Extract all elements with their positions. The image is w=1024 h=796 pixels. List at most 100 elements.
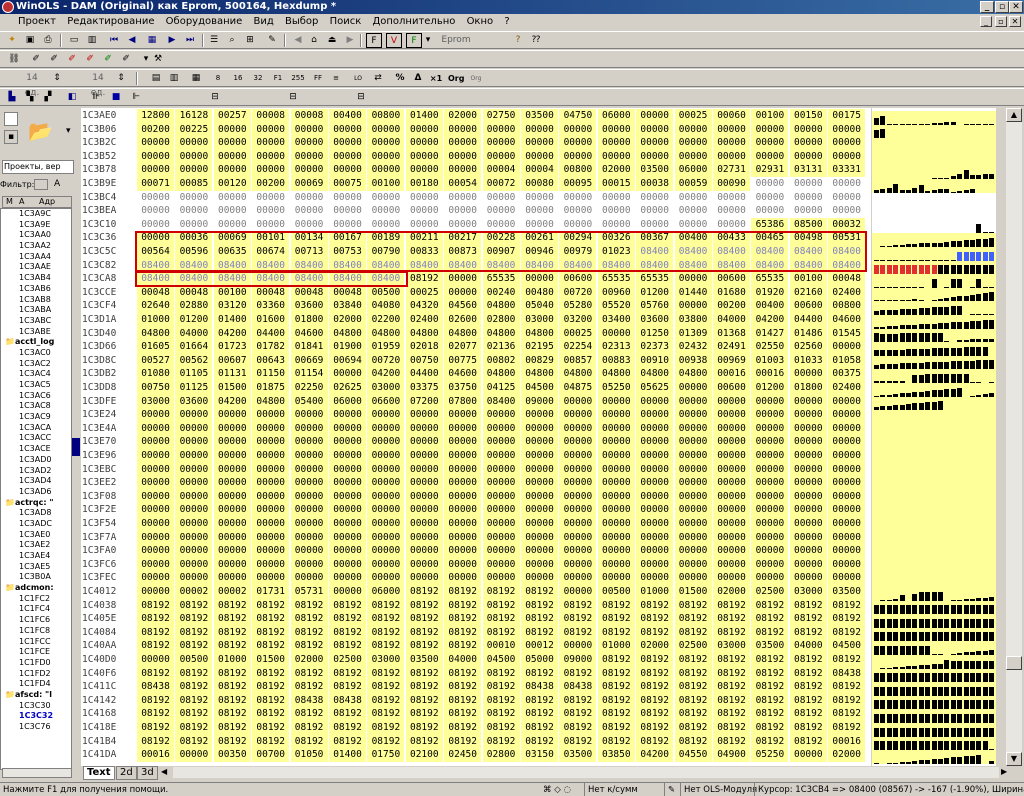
- hex-cell[interactable]: 08192: [175, 625, 213, 640]
- hex-cell[interactable]: 65535: [636, 272, 674, 286]
- hex-cell[interactable]: 01023: [597, 245, 635, 259]
- hex-cell[interactable]: 00713: [290, 245, 328, 259]
- hex-cell[interactable]: 04600: [828, 313, 866, 327]
- hex-cell[interactable]: 00000: [674, 272, 712, 286]
- hex-cell[interactable]: 08192: [175, 666, 213, 681]
- hex-cell[interactable]: 08192: [597, 721, 635, 735]
- hex-cell[interactable]: 00000: [674, 435, 712, 449]
- hex-cell[interactable]: 08192: [789, 653, 827, 667]
- hex-cell[interactable]: 00000: [789, 476, 827, 490]
- hex-cell[interactable]: 00000: [828, 503, 866, 517]
- hex-cell[interactable]: 08192: [636, 721, 674, 735]
- hex-cell[interactable]: 00000: [252, 421, 290, 436]
- hex-cell[interactable]: 04500: [828, 639, 866, 653]
- hex-cell[interactable]: 00669: [290, 353, 328, 368]
- hex-cell[interactable]: 00000: [175, 136, 213, 150]
- tree-item[interactable]: 1C3ABC: [1, 316, 71, 327]
- hex-cell[interactable]: 00907: [482, 245, 520, 259]
- open-dropdown-icon[interactable]: ▾: [66, 126, 71, 136]
- hex-cell[interactable]: 00000: [405, 163, 443, 177]
- hex-cell[interactable]: 00000: [636, 408, 674, 422]
- hex-cell[interactable]: 00228: [482, 231, 520, 245]
- hex-cell[interactable]: 00036: [175, 231, 213, 245]
- hex-cell[interactable]: 08192: [559, 598, 597, 613]
- hex-cell[interactable]: 00000: [252, 408, 290, 422]
- slider-a-icon[interactable]: ⊟: [202, 90, 228, 105]
- hex-cell[interactable]: 03120: [213, 299, 251, 313]
- hex-cell[interactable]: 00857: [559, 353, 597, 368]
- hex-cell[interactable]: 08192: [597, 625, 635, 640]
- hex-cell[interactable]: 08192: [367, 666, 405, 681]
- hex-cell[interactable]: 08192: [367, 625, 405, 640]
- hex-cell[interactable]: 00000: [828, 204, 865, 218]
- hex-cell[interactable]: 08192: [444, 734, 482, 749]
- hex-cell[interactable]: 00000: [636, 571, 674, 585]
- hex-cell[interactable]: 00038: [636, 177, 674, 191]
- tree-item[interactable]: 1C3AC2: [1, 359, 71, 370]
- hex-cell[interactable]: 08192: [789, 734, 827, 749]
- hex-cell[interactable]: 03500: [636, 163, 674, 177]
- hex-cell[interactable]: 00000: [789, 517, 827, 531]
- hex-view-icon[interactable]: ⊩: [128, 90, 144, 105]
- hex-cell[interactable]: 08400: [674, 258, 712, 273]
- read-icon[interactable]: ▣: [22, 33, 38, 48]
- hex-cell[interactable]: 00000: [789, 122, 827, 137]
- hex-cell[interactable]: 00000: [290, 557, 328, 572]
- hex-cell[interactable]: 00350: [213, 748, 251, 762]
- hex-cell[interactable]: 08192: [597, 734, 635, 749]
- hex-cell[interactable]: 08192: [828, 653, 866, 667]
- tree-item[interactable]: 1C3ABA: [1, 305, 71, 316]
- hex-cell[interactable]: 08192: [482, 666, 520, 681]
- hex-cell[interactable]: 08192: [213, 721, 251, 735]
- hex-cell[interactable]: 00100: [751, 109, 789, 123]
- hex-cell[interactable]: 08192: [252, 666, 290, 681]
- hex-cell[interactable]: 08192: [597, 666, 635, 681]
- hex-cell[interactable]: 00700: [252, 748, 290, 762]
- hex-cell[interactable]: 08192: [137, 721, 174, 735]
- hex-cell[interactable]: 00000: [828, 557, 866, 572]
- hex-cell[interactable]: 00000: [444, 204, 481, 218]
- hex-cell[interactable]: 00200: [137, 122, 174, 137]
- hex-cell[interactable]: 08192: [674, 653, 712, 667]
- hex-cell[interactable]: 08192: [713, 612, 750, 626]
- hex-cell[interactable]: 00000: [405, 544, 443, 558]
- tree-item[interactable]: 1C3ACE: [1, 444, 71, 455]
- hex-cell[interactable]: 08192: [751, 598, 789, 613]
- hex-cell[interactable]: 00000: [597, 489, 635, 504]
- hex-cell[interactable]: 00979: [559, 245, 597, 259]
- hex-cell[interactable]: 00000: [252, 503, 290, 517]
- hex-cell[interactable]: 00000: [598, 191, 635, 205]
- hex-cell[interactable]: 00000: [367, 517, 405, 531]
- hex-cell[interactable]: 00000: [790, 204, 827, 218]
- hex-cell[interactable]: 04800: [482, 326, 520, 341]
- tree-item[interactable]: 1C3ACC: [1, 433, 71, 444]
- hex-cell[interactable]: 04750: [559, 109, 597, 123]
- hex-cell[interactable]: 00000: [482, 462, 520, 477]
- tree-item[interactable]: 1C1FD4: [1, 679, 71, 690]
- hex-cell[interactable]: 00000: [175, 163, 213, 177]
- hex-cell[interactable]: 00000: [828, 177, 865, 191]
- hex-cell[interactable]: 08192: [521, 612, 558, 626]
- hex-cell[interactable]: 00000: [482, 571, 520, 585]
- hex-cell[interactable]: 00000: [828, 408, 866, 422]
- menu-view[interactable]: Вид: [250, 14, 278, 30]
- binary-icon[interactable]: ≡: [328, 71, 344, 86]
- hex-cell[interactable]: 00000: [751, 503, 789, 517]
- hex-cell[interactable]: 01841: [290, 340, 328, 354]
- hex-cell[interactable]: 01500: [252, 653, 290, 667]
- tree-item[interactable]: 1C3AD2: [1, 466, 71, 477]
- vertical-scrollbar[interactable]: ▲ ▼: [1006, 108, 1022, 766]
- hex-cell[interactable]: 00000: [597, 544, 635, 558]
- hex-cell[interactable]: 08400: [482, 394, 520, 409]
- hex-cell[interactable]: 00000: [213, 163, 251, 177]
- hex-cell[interactable]: 00000: [367, 191, 404, 205]
- hex-cell[interactable]: 08400: [213, 258, 251, 273]
- hex-cell[interactable]: 00000: [252, 136, 290, 150]
- hex-cell[interactable]: 00000: [367, 136, 405, 150]
- hex-cell[interactable]: 00000: [137, 218, 174, 232]
- scroll-down-icon[interactable]: ▼: [1006, 752, 1022, 766]
- slider-b-icon[interactable]: ⊟: [286, 90, 300, 105]
- hex-cell[interactable]: 00000: [482, 421, 520, 436]
- hex-cell[interactable]: 00000: [597, 571, 635, 585]
- hex-cell[interactable]: 08192: [636, 612, 674, 626]
